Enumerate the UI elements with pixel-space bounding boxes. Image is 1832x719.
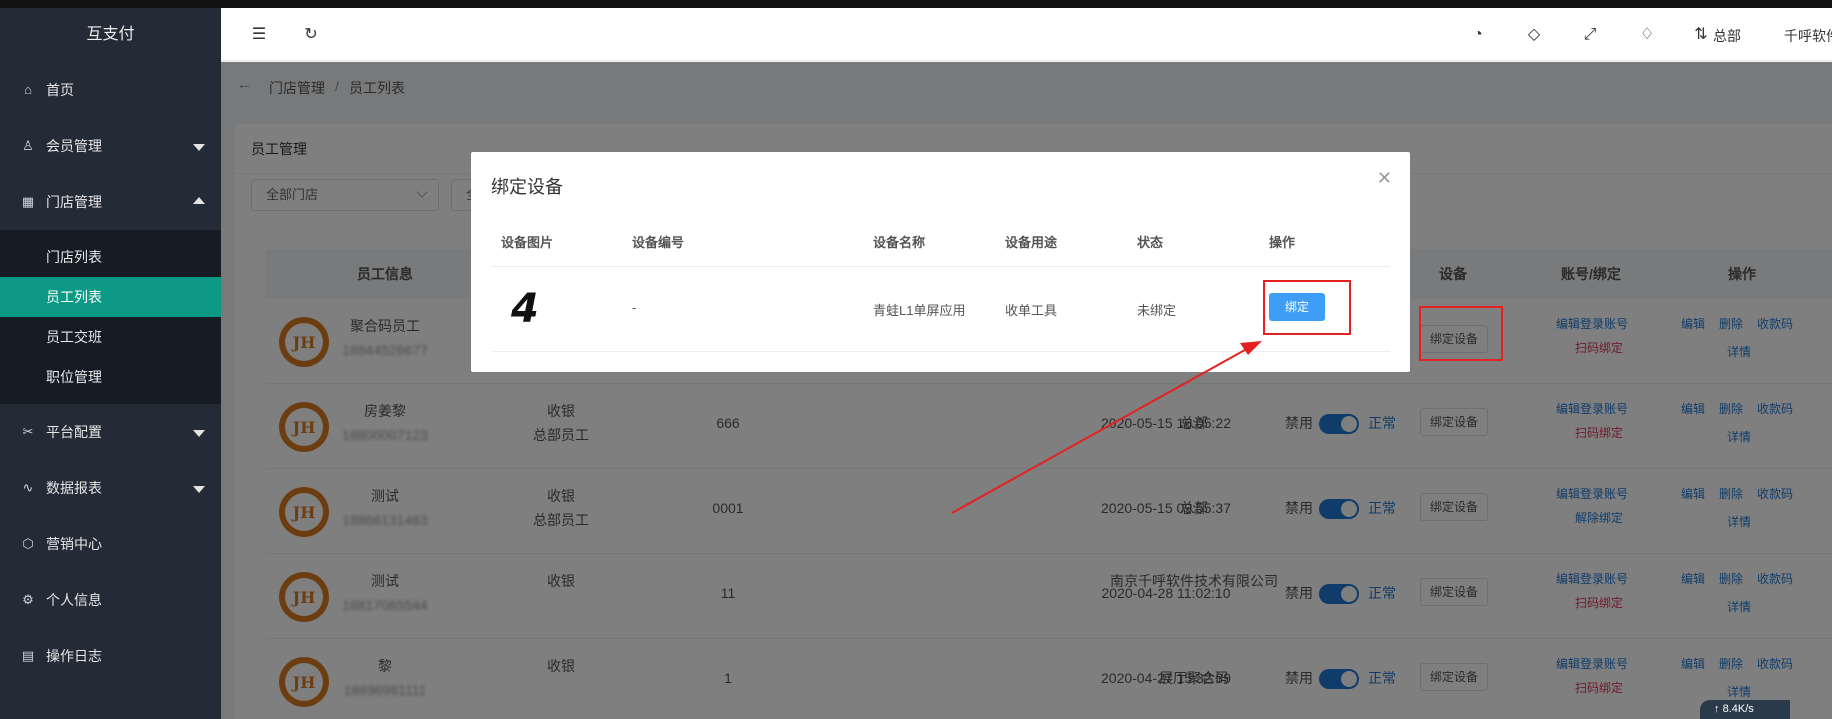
network-speed: 8.4K/s xyxy=(1722,703,1754,715)
annotation-arrow xyxy=(951,341,1262,514)
app-root: 互支付 ⌂ 首页 ♙ 会员管理 ▦ 门店管理 门店列表 员工列表 员工交班 职位… xyxy=(0,0,1832,719)
upload-arrow-icon: ↑ xyxy=(1714,703,1723,715)
annotation-arrow-line xyxy=(951,345,1253,514)
annotation-arrow-head xyxy=(1240,341,1262,355)
network-speed-badge: ↑ 8.4K/s xyxy=(1700,700,1790,719)
